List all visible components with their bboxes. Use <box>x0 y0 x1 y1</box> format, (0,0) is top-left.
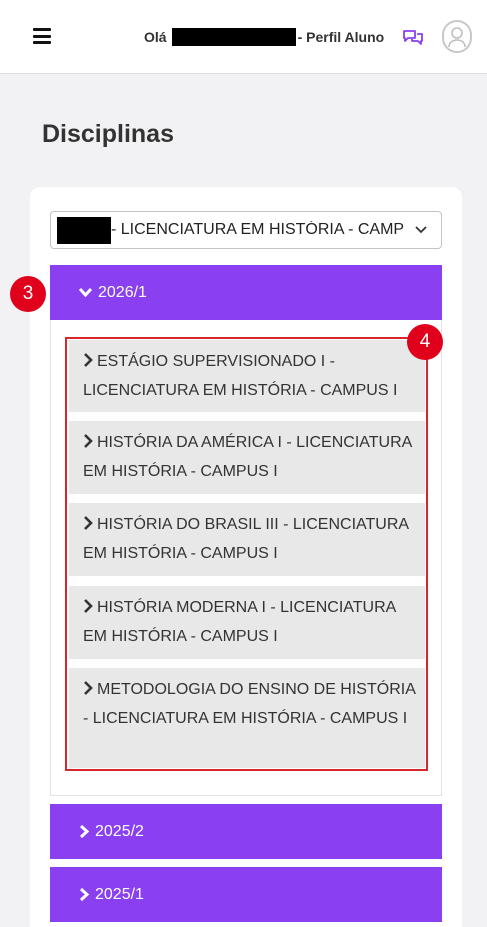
chevron-right-icon <box>84 353 93 367</box>
discipline-item[interactable]: METODOLOGIA DO ENSINO DE HISTÓRIA - LICE… <box>69 668 425 768</box>
semester-header-2025-2[interactable]: 2025/2 <box>50 804 442 859</box>
greeting-suffix: - Perfil Aluno <box>297 29 385 45</box>
discipline-label: ESTÁGIO SUPERVISIONADO I - LICENCIATURA … <box>83 353 398 399</box>
semester-label: 2026/1 <box>98 283 147 301</box>
discipline-label: HISTÓRIA MODERNA I - LICENCIATURA EM HIS… <box>83 599 396 645</box>
chevron-down-icon <box>78 287 93 298</box>
top-navbar: Olá - Perfil Aluno <box>0 0 487 74</box>
semester-header-2025-1[interactable]: 2025/1 <box>50 867 442 922</box>
redacted-course-code <box>57 216 111 244</box>
discipline-label: HISTÓRIA DA AMÉRICA I - LICENCIATURA EM … <box>83 434 412 480</box>
chevron-right-icon <box>79 824 90 839</box>
greeting: Olá - Perfil Aluno <box>144 28 384 46</box>
discipline-label: HISTÓRIA DO BRASIL III - LICENCIATURA EM… <box>83 516 409 562</box>
chevron-right-icon <box>84 681 93 695</box>
hamburger-icon[interactable] <box>33 28 51 44</box>
discipline-item[interactable]: HISTÓRIA MODERNA I - LICENCIATURA EM HIS… <box>69 586 425 659</box>
redacted-name <box>171 28 296 46</box>
user-avatar-icon[interactable] <box>442 20 472 53</box>
discipline-item[interactable]: HISTÓRIA DA AMÉRICA I - LICENCIATURA EM … <box>69 421 425 494</box>
annotation-badge: 3 <box>10 276 46 312</box>
discipline-item[interactable]: HISTÓRIA DO BRASIL III - LICENCIATURA EM… <box>69 503 425 576</box>
semester-label: 2025/1 <box>95 885 144 903</box>
course-select[interactable]: - LICENCIATURA EM HISTÓRIA - CAMPUS I <box>50 211 442 249</box>
discipline-item[interactable]: ESTÁGIO SUPERVISIONADO I - LICENCIATURA … <box>69 340 425 412</box>
course-select-value: - LICENCIATURA EM HISTÓRIA - CAMPUS I <box>111 221 404 238</box>
page-title: Disciplinas <box>42 120 174 148</box>
annotation-badge: 4 <box>407 324 443 360</box>
chevron-right-icon <box>84 599 93 613</box>
chat-icon[interactable] <box>402 28 424 46</box>
discipline-label: METODOLOGIA DO ENSINO DE HISTÓRIA - LICE… <box>83 681 415 727</box>
chevron-down-icon <box>415 226 427 234</box>
semester-header-2026-1[interactable]: 2026/1 <box>50 265 442 320</box>
chevron-right-icon <box>84 516 93 530</box>
semester-label: 2025/2 <box>95 822 144 840</box>
greeting-prefix: Olá <box>144 29 167 45</box>
chevron-right-icon <box>84 434 93 448</box>
chevron-right-icon <box>79 887 90 902</box>
